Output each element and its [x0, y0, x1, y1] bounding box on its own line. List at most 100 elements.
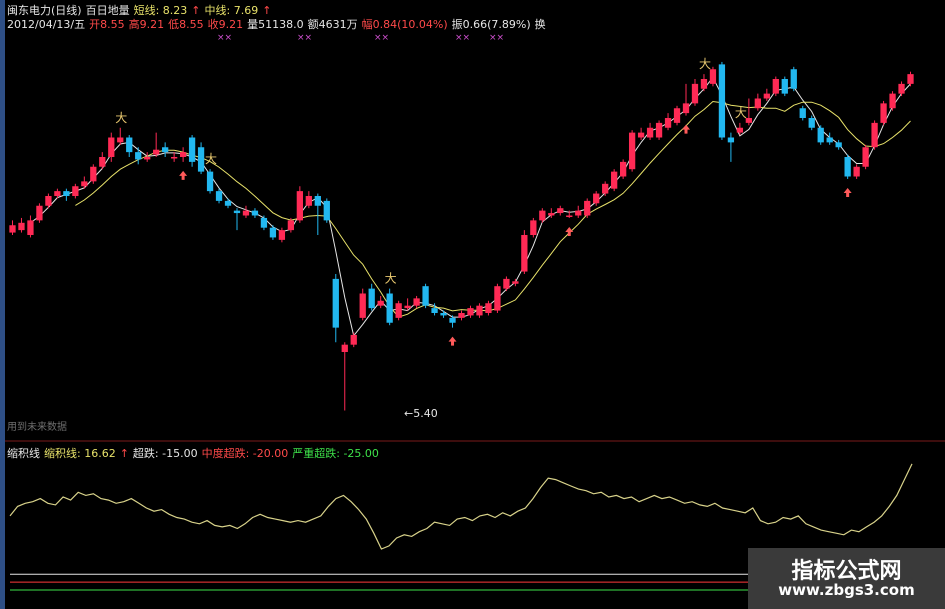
- candle-body: [898, 83, 905, 94]
- candle-body: [287, 220, 295, 231]
- candle-body: [72, 186, 79, 196]
- candle-body: [799, 108, 806, 118]
- candle-body: [440, 313, 447, 316]
- candle-body: [99, 157, 106, 167]
- candle-body: [323, 200, 330, 221]
- top-signal-mark: 大: [699, 57, 711, 71]
- signal-cross-mark: ××: [217, 33, 232, 43]
- candle-body: [341, 344, 348, 352]
- candle-body: [314, 196, 321, 206]
- candle-body: [772, 79, 779, 94]
- candle-body: [503, 278, 510, 289]
- candle-body: [673, 108, 681, 123]
- candle-body: [54, 191, 61, 196]
- candle-body: [179, 152, 187, 157]
- candle-body: [332, 278, 339, 328]
- candle-body: [188, 137, 196, 162]
- buy-arrow-icon: [565, 226, 574, 236]
- candle-body: [862, 147, 869, 167]
- shrink-line: [9, 463, 913, 550]
- buy-arrow-icon: [448, 336, 457, 346]
- candle-body: [224, 200, 232, 206]
- candle-body: [826, 137, 833, 143]
- candle-body: [90, 166, 97, 182]
- candle-body: [512, 281, 519, 284]
- candle-body: [566, 215, 573, 217]
- candle-body: [611, 171, 618, 189]
- candle-body: [233, 210, 241, 214]
- candle-body: [655, 122, 663, 138]
- candle-body: [790, 69, 797, 89]
- candle-body: [242, 210, 250, 216]
- candle-body: [485, 303, 492, 313]
- ma-short-line: [30, 76, 911, 337]
- candle-body: [18, 222, 25, 231]
- candle-body: [889, 93, 896, 109]
- candle-body: [691, 83, 699, 104]
- chart-canvas[interactable]: 大大大大大×× ×× ×× ×× ××: [0, 0, 945, 609]
- candle-body: [907, 74, 914, 84]
- indicator-label-1: 缩积线: 16.62: [44, 447, 116, 460]
- candle-body: [215, 191, 223, 201]
- header-line2-item-6: 额4631万: [307, 18, 358, 31]
- candle-body: [144, 157, 151, 160]
- candle-body: [628, 132, 636, 170]
- candle-body: [153, 149, 160, 155]
- header-line2-item-5: 量51138.0: [247, 18, 304, 31]
- candle-body: [637, 132, 645, 138]
- price-header-line2: 2012/04/13/五 开8.55 高9.21 低8.55 收9.21 量51138.0…: [7, 16, 550, 32]
- candle-body: [27, 220, 34, 235]
- candle-body: [117, 137, 124, 143]
- candle-body: [458, 313, 465, 318]
- buy-arrow-icon: [179, 170, 188, 180]
- candle-body: [81, 181, 88, 187]
- candle-body: [413, 298, 420, 306]
- future-data-label: 用到未来数据: [7, 422, 67, 433]
- candle-body: [422, 286, 429, 306]
- indicator-label-0: 缩积线: [7, 447, 40, 460]
- signal-cross-mark: ××: [455, 33, 470, 43]
- candle-body: [530, 220, 537, 235]
- candle-body: [584, 200, 591, 216]
- candle-body: [350, 334, 357, 345]
- candle-body: [593, 193, 600, 204]
- indicator-label-2: ↑: [119, 447, 129, 460]
- buy-arrow-icon: [682, 124, 691, 134]
- header-line2-item-0: 2012/04/13/五: [7, 18, 86, 31]
- header-line2-item-7: 幅0.84(10.04%): [361, 18, 448, 31]
- candle-body: [206, 171, 214, 192]
- candle-body: [727, 137, 735, 143]
- candle-body: [404, 305, 411, 309]
- header-line2-item-4: 收9.21: [207, 18, 244, 31]
- signal-cross-mark: ××: [489, 33, 504, 43]
- candle-body: [835, 142, 842, 148]
- buy-arrow-icon: [843, 187, 852, 197]
- candle-body: [305, 196, 312, 206]
- candle-body: [108, 137, 115, 157]
- candle-body: [9, 225, 16, 233]
- indicator-header: 缩积线 缩积线: 16.62 ↑ 超跌: -15.00 中度超跌: -20.00 严重超跌…: [7, 445, 383, 461]
- candle-body: [296, 191, 303, 221]
- candle-body: [63, 191, 70, 196]
- candle-body: [709, 69, 717, 84]
- indicator-label-3: 超跌: -15.00: [132, 447, 198, 460]
- header-line2-item-2: 高9.21: [128, 18, 165, 31]
- candle-body: [808, 118, 815, 128]
- indicator-label-4: 中度超跌: -20.00: [201, 447, 289, 460]
- candle-body: [620, 161, 627, 177]
- candle-body: [197, 147, 205, 172]
- top-signal-mark: 大: [205, 152, 217, 166]
- candle-body: [871, 122, 878, 148]
- candle-body: [736, 127, 744, 133]
- header-line2-item-8: 振0.66(7.89%): [451, 18, 531, 31]
- candle-body: [646, 127, 654, 138]
- candle-body: [395, 303, 402, 318]
- candle-body: [278, 230, 286, 240]
- candle-body: [557, 208, 564, 214]
- ma-mid-line: [75, 100, 911, 318]
- candle-body: [575, 210, 582, 216]
- header-line2-item-3: 低8.55: [168, 18, 204, 31]
- low-price-label: ←5.40: [404, 407, 438, 420]
- candle-body: [539, 210, 546, 221]
- top-signal-mark: 大: [385, 272, 397, 286]
